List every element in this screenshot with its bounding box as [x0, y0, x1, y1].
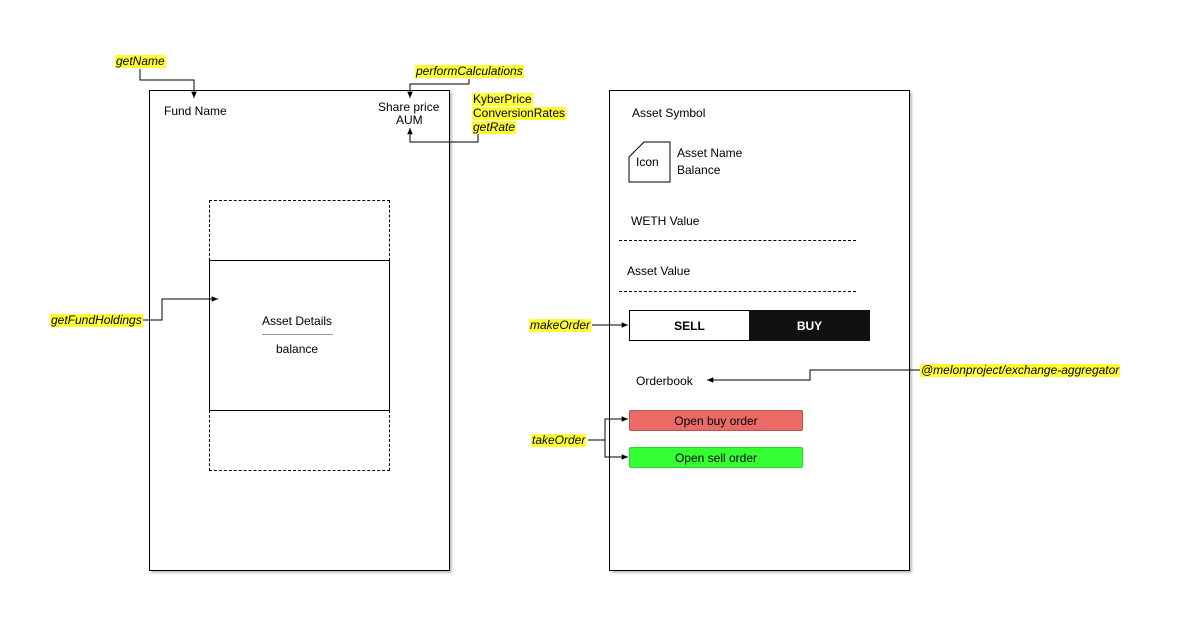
asset-details-divider — [262, 334, 333, 335]
asset-details-label: Asset Details — [262, 314, 333, 328]
buy-button[interactable]: BUY — [749, 310, 870, 341]
perform-calculations-annotation: performCalculations — [415, 64, 524, 78]
open-buy-order-button[interactable]: Open buy order — [629, 410, 803, 431]
conversion-rates-annotation: ConversionRates — [472, 106, 567, 120]
kyber-price-annotation: KyberPrice — [472, 92, 533, 106]
exchange-aggregator-annotation: @melonproject/exchange-aggregator — [920, 363, 1121, 377]
sell-button[interactable]: SELL — [629, 310, 750, 341]
make-order-annotation: makeOrder — [529, 318, 592, 332]
open-sell-order-button[interactable]: Open sell order — [629, 447, 803, 468]
orderbook-label: Orderbook — [636, 374, 693, 388]
get-rate-annotation: getRate — [472, 120, 517, 134]
asset-list-placeholder-bottom — [209, 410, 390, 471]
asset-balance-label: balance — [276, 342, 319, 356]
asset-details-card[interactable] — [209, 260, 390, 411]
weth-value-label: WETH Value — [631, 214, 700, 228]
asset-symbol-label: Asset Symbol — [632, 106, 706, 120]
asset-list-placeholder-top — [209, 200, 390, 261]
get-fund-holdings-annotation: getFundHoldings — [50, 313, 143, 327]
get-name-annotation: getName — [115, 54, 166, 68]
fund-name-label: Fund Name — [164, 104, 227, 118]
aum-label: AUM — [396, 113, 423, 127]
asset-balance-value-label: Balance — [677, 163, 721, 177]
share-price-label: Share price — [378, 100, 440, 114]
asset-name-label: Asset Name — [677, 146, 743, 160]
weth-value-divider — [619, 240, 856, 241]
asset-value-divider — [619, 291, 856, 292]
asset-value-label: Asset Value — [627, 264, 691, 278]
asset-icon-label: Icon — [636, 155, 659, 169]
take-order-annotation: takeOrder — [531, 433, 587, 447]
